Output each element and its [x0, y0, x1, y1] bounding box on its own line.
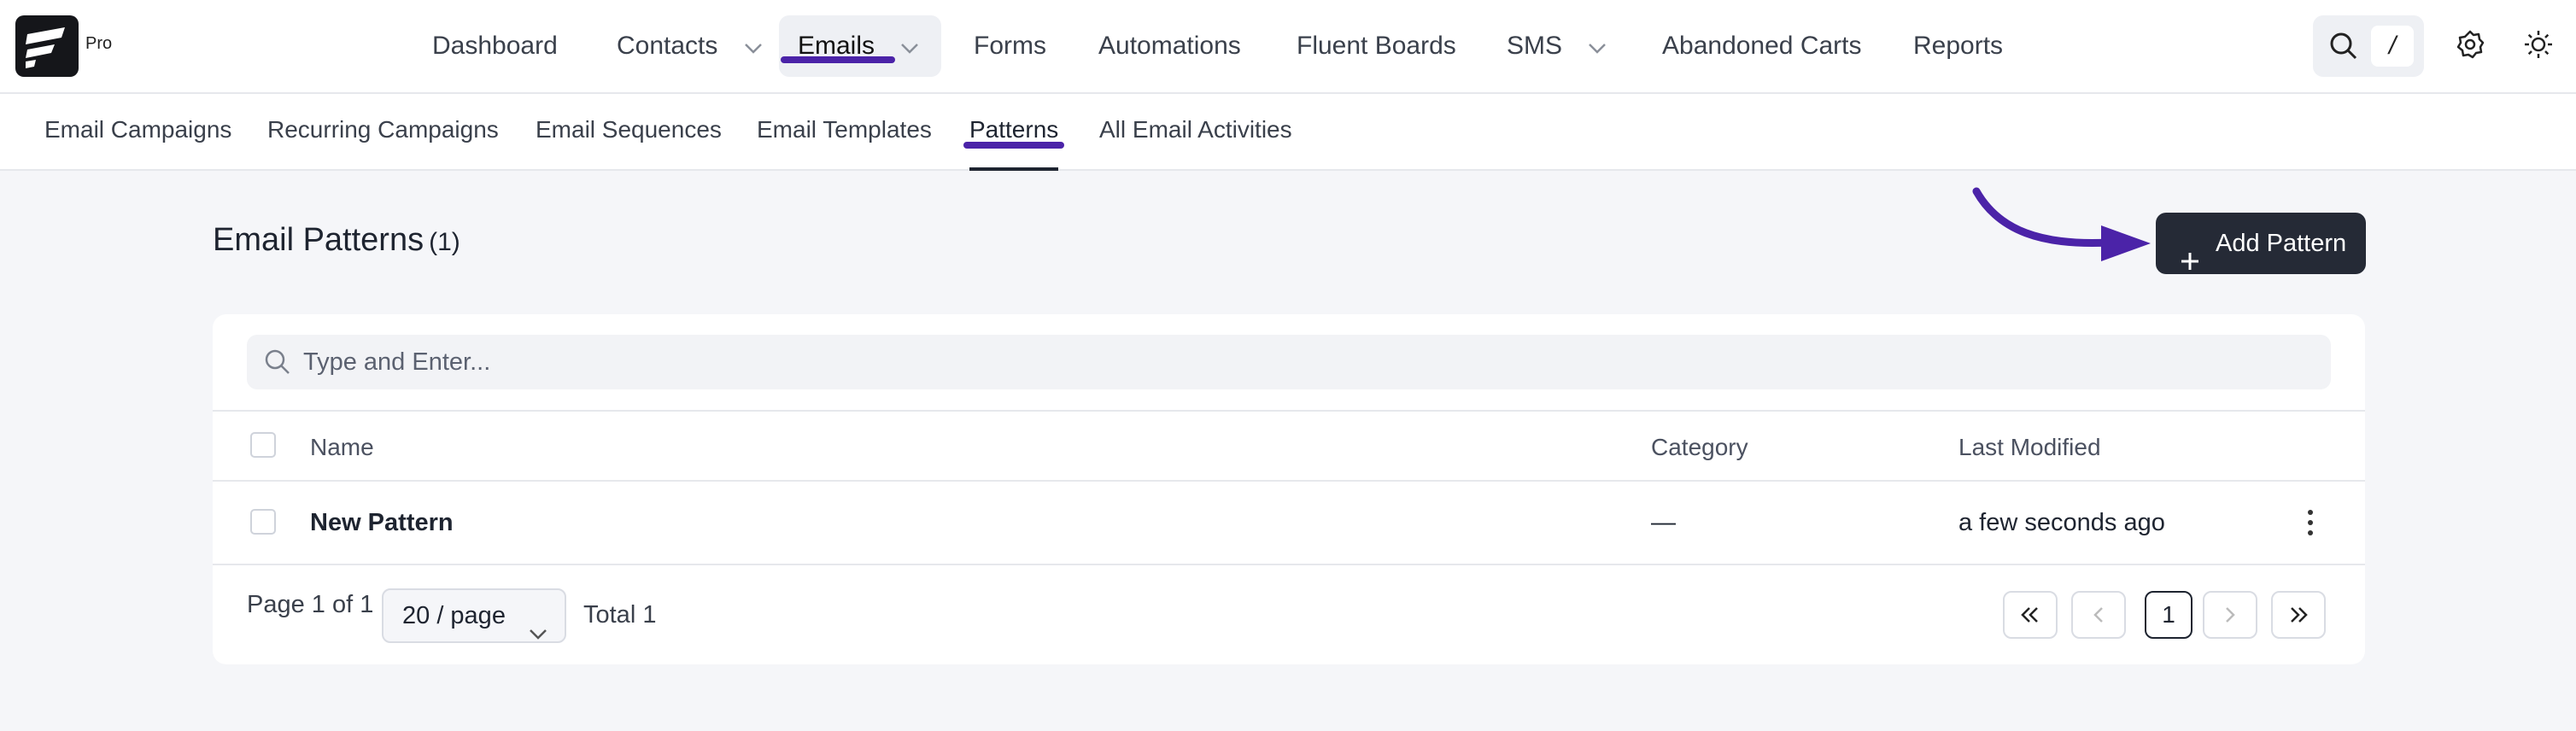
pro-badge: Pro [85, 34, 113, 53]
chevron-down-icon [744, 16, 763, 78]
nav-emails-active-underline [781, 56, 895, 63]
double-chevron-right-icon [2291, 607, 2308, 623]
nav-reports-label: Reports [1913, 32, 2004, 60]
top-navigation-bar: Pro Dashboard Contacts Emails Forms Auto… [0, 0, 2576, 94]
pattern-last-modified: a few seconds ago [1958, 509, 2165, 536]
select-all-checkbox[interactable] [250, 432, 276, 458]
table-row[interactable]: New Pattern — a few seconds ago [213, 482, 2365, 565]
nav-forms-label: Forms [974, 32, 1046, 60]
column-header-name[interactable]: Name [310, 434, 374, 461]
nav-dashboard-label: Dashboard [432, 32, 558, 60]
plus-icon [2180, 233, 2200, 295]
previous-page-button[interactable] [2071, 591, 2126, 639]
nav-sms-label: SMS [1507, 32, 1563, 60]
page-title-text: Email Patterns [213, 222, 424, 258]
nav-contacts[interactable]: Contacts [617, 15, 763, 77]
gear-icon[interactable] [2455, 29, 2485, 64]
column-header-last-modified[interactable]: Last Modified [1958, 434, 2101, 461]
row-checkbox[interactable] [250, 509, 276, 535]
search-icon[interactable] [2328, 31, 2359, 66]
per-page-select[interactable]: 20 / page [382, 588, 566, 643]
email-sub-navigation: Email Campaigns Recurring Campaigns Emai… [0, 94, 2576, 171]
first-page-button[interactable] [2003, 591, 2058, 639]
nav-dashboard[interactable]: Dashboard [432, 15, 558, 77]
search-box[interactable] [247, 335, 2331, 389]
page-number-button[interactable]: 1 [2145, 591, 2193, 639]
page-info: Page 1 of 1 [247, 591, 374, 618]
chevron-down-icon [1588, 16, 1607, 78]
fluentcrm-logo[interactable] [15, 15, 79, 77]
nav-abandoned-carts-label: Abandoned Carts [1662, 32, 1862, 60]
chevron-down-icon [529, 607, 547, 658]
chevron-left-icon [2093, 607, 2103, 623]
nav-reports[interactable]: Reports [1913, 15, 2003, 77]
nav-contacts-label: Contacts [617, 32, 718, 60]
page-title: Email Patterns (1) [213, 222, 460, 259]
subnav-patterns[interactable]: Patterns [969, 116, 1058, 143]
subnav-email-templates[interactable]: Email Templates [757, 116, 932, 143]
nav-forms[interactable]: Forms [974, 15, 1046, 77]
chevron-right-icon [2226, 607, 2235, 623]
subnav-email-sequences[interactable]: Email Sequences [536, 116, 722, 143]
add-pattern-button[interactable]: Add Pattern [2156, 213, 2366, 274]
subnav-email-campaigns[interactable]: Email Campaigns [44, 116, 231, 143]
search-input[interactable] [303, 335, 2302, 389]
patterns-accent-underline [963, 142, 1064, 149]
nav-emails[interactable]: Emails [779, 15, 941, 77]
add-pattern-label: Add Pattern [2216, 230, 2347, 257]
search-shortcut-group[interactable]: / [2313, 15, 2424, 77]
total-count: Total 1 [583, 601, 657, 629]
subnav-all-email-activities[interactable]: All Email Activities [1099, 116, 1292, 143]
nav-abandoned-carts[interactable]: Abandoned Carts [1662, 15, 1862, 77]
subnav-recurring-campaigns[interactable]: Recurring Campaigns [267, 116, 499, 143]
nav-automations-label: Automations [1098, 32, 1241, 60]
table-header: Name Category Last Modified [213, 410, 2365, 482]
search-shortcut-key: / [2371, 26, 2414, 67]
nav-fluent-boards[interactable]: Fluent Boards [1297, 15, 1456, 77]
search-icon [264, 348, 291, 380]
pattern-name-link[interactable]: New Pattern [310, 509, 454, 537]
per-page-value: 20 / page [402, 602, 506, 629]
column-header-category[interactable]: Category [1651, 434, 1748, 461]
double-chevron-left-icon [2021, 607, 2038, 623]
nav-fluent-boards-label: Fluent Boards [1297, 32, 1456, 60]
nav-automations[interactable]: Automations [1098, 15, 1241, 77]
sun-icon[interactable] [2523, 29, 2554, 64]
pattern-category: — [1651, 509, 1676, 536]
patterns-active-indicator [969, 167, 1058, 171]
pattern-count: (1) [429, 228, 460, 256]
chevron-down-icon [900, 16, 919, 78]
nav-sms[interactable]: SMS [1507, 15, 1607, 77]
patterns-table-card: Name Category Last Modified New Pattern … [213, 314, 2365, 664]
pointer-arrow-annotation [1972, 187, 2151, 261]
next-page-button[interactable] [2203, 591, 2257, 639]
last-page-button[interactable] [2271, 591, 2326, 639]
more-actions-icon[interactable] [2305, 507, 2315, 542]
